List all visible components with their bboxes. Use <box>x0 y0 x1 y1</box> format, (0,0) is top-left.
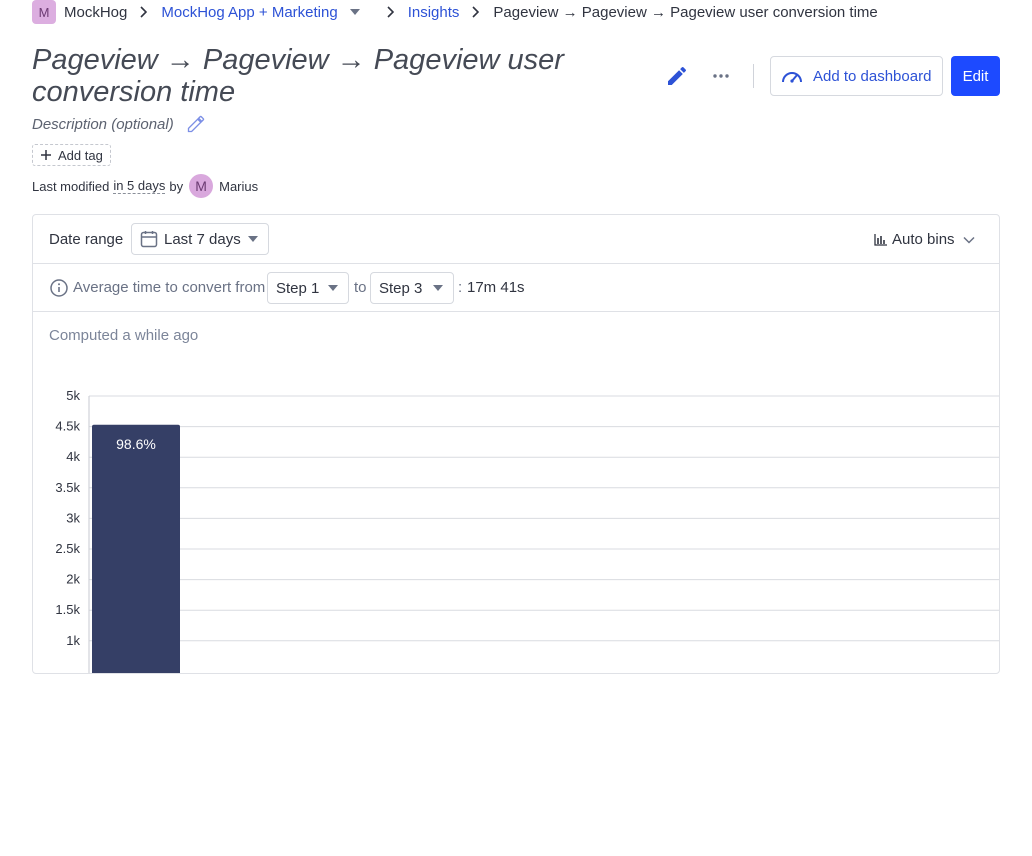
last-modified-prefix: Last modified <box>32 178 110 194</box>
y-tick-label: 1k <box>66 633 80 648</box>
y-tick-label: 3k <box>66 510 80 525</box>
y-tick-label: 2.5k <box>55 541 80 556</box>
user-name: Marius <box>219 178 259 194</box>
breadcrumb-current: Pageview → Pageview → Pageview user conv… <box>493 3 878 21</box>
histogram-bar[interactable] <box>92 424 180 674</box>
breadcrumb: M MockHog MockHog App + Marketing Insigh… <box>32 0 878 24</box>
chevron-right-icon <box>386 6 398 18</box>
last-modified: Last modified in 5 days by M Marius <box>32 174 258 198</box>
insight-card: Date range Last 7 days Auto bins Average… <box>32 214 1000 674</box>
histogram-chart: 5k 4.5k 4k 3.5k 3k 2.5k 2k 1.5k 1k 98.6% <box>55 388 999 674</box>
more-options-icon[interactable] <box>705 64 737 88</box>
chevron-right-icon <box>471 6 483 18</box>
y-tick-label: 4k <box>66 449 80 464</box>
pencil-icon[interactable] <box>186 114 206 134</box>
divider <box>753 64 754 88</box>
caret-down-icon[interactable] <box>349 9 360 15</box>
y-tick-label: 3.5k <box>55 480 80 495</box>
bar-data-label: 98.6% <box>116 436 156 452</box>
breadcrumb-insights[interactable]: Insights <box>408 4 460 21</box>
avatar: M <box>189 174 214 198</box>
add-to-dashboard-label: Add to dashboard <box>813 67 932 85</box>
dashboard-gauge-icon <box>782 72 802 83</box>
y-tick-label: 5k <box>66 388 80 403</box>
add-to-dashboard-button[interactable]: Add to dashboard <box>770 56 943 96</box>
add-tag-button[interactable]: Add tag <box>32 144 111 166</box>
add-tag-label: Add tag <box>58 147 103 163</box>
description-placeholder: Description (optional) <box>32 115 174 133</box>
org-avatar[interactable]: M <box>32 0 56 24</box>
page-title[interactable]: Pageview → Pageview → Pageview user conv… <box>32 44 632 108</box>
breadcrumb-org[interactable]: MockHog <box>64 4 127 21</box>
last-modified-time[interactable]: in 5 days <box>113 178 166 194</box>
pencil-icon[interactable] <box>665 64 689 88</box>
y-tick-label: 4.5k <box>55 419 80 434</box>
description-field[interactable]: Description (optional) <box>32 114 206 134</box>
y-tick-label: 1.5k <box>55 602 80 617</box>
chevron-right-icon <box>139 6 151 18</box>
plus-icon <box>41 150 51 160</box>
y-tick-label: 2k <box>66 572 80 587</box>
edit-button[interactable]: Edit <box>951 56 1000 96</box>
breadcrumb-project[interactable]: MockHog App + Marketing <box>161 4 337 21</box>
last-modified-by: by <box>169 178 184 194</box>
